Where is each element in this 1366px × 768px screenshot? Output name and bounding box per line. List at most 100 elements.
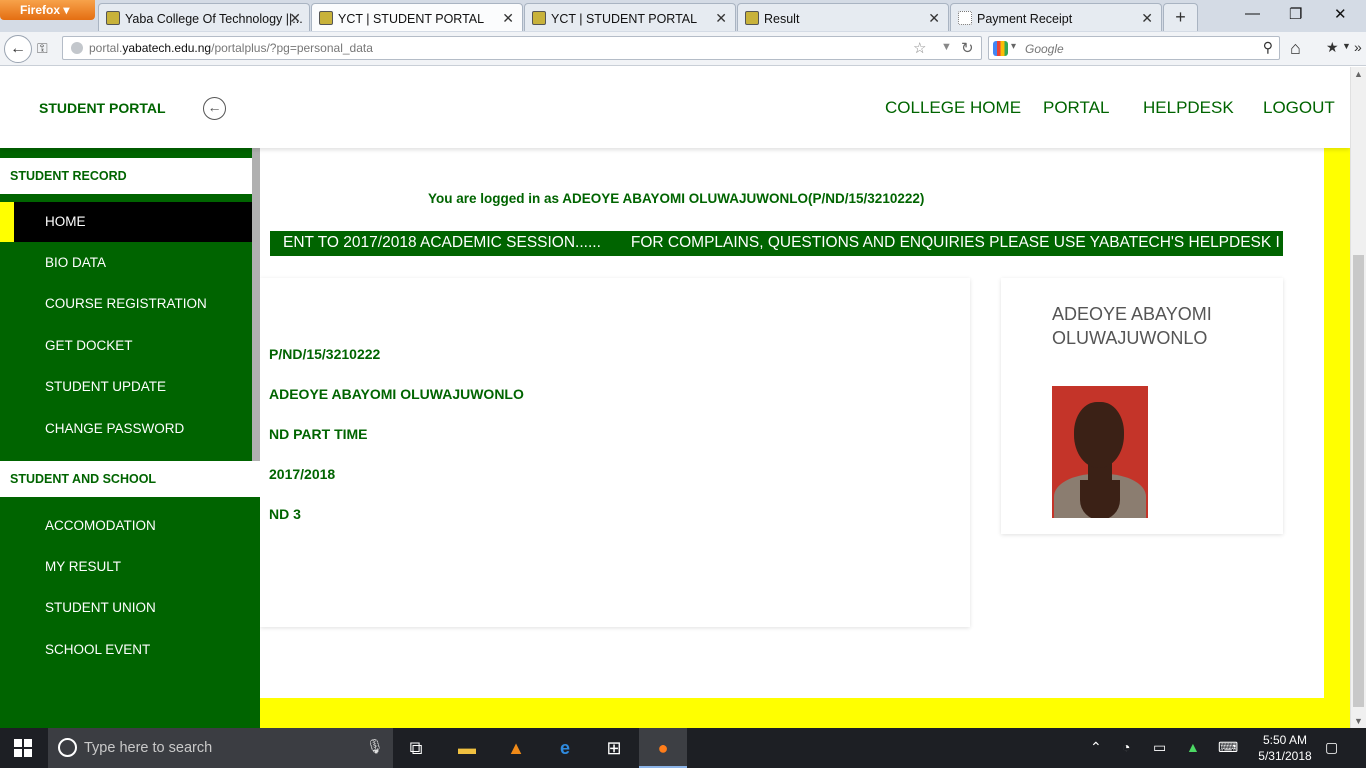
taskbar-search-box[interactable]: Type here to search 🎙 <box>48 728 393 768</box>
google-icon <box>993 41 1008 56</box>
blank-page-icon <box>958 11 972 25</box>
nav-logout[interactable]: LOGOUT <box>1263 98 1335 118</box>
show-hidden-icons-icon[interactable]: ⌃ <box>1090 739 1102 756</box>
sidebar-item-my-result[interactable]: MY RESULT <box>0 547 252 587</box>
sidebar-item-school-event[interactable]: SCHOOL EVENT <box>0 630 252 670</box>
back-circle-icon[interactable]: ← <box>203 97 226 120</box>
programme: ND PART TIME <box>269 426 368 442</box>
tab-close-icon[interactable]: ✕ <box>502 10 514 27</box>
overflow-chevron-icon[interactable]: » <box>1354 39 1362 55</box>
tab-close-icon[interactable]: ✕ <box>1141 10 1153 27</box>
tab-close-icon[interactable]: ✕ <box>715 10 727 27</box>
profile-card: ADEOYE ABAYOMI OLUWAJUWONLO <box>1001 278 1283 534</box>
tab-student-portal[interactable]: YCT | STUDENT PORTAL ✕ <box>524 3 736 31</box>
tab-student-portal-active[interactable]: YCT | STUDENT PORTAL ✕ <box>311 3 523 31</box>
page-viewport: STUDENT PORTAL ← COLLEGE HOME PORTAL HEL… <box>0 67 1350 728</box>
url-domain: yabatech.edu.ng <box>122 41 212 55</box>
search-placeholder: Google <box>1025 42 1064 56</box>
tab-title: Payment Receipt <box>977 12 1073 26</box>
cortana-icon <box>58 738 77 757</box>
search-bar[interactable]: ▾ Google ⚲ <box>988 36 1280 60</box>
profile-name: ADEOYE ABAYOMI OLUWAJUWONLO <box>1052 304 1212 348</box>
sidebar-item-change-password[interactable]: CHANGE PASSWORD <box>0 409 252 449</box>
microphone-icon[interactable]: 🎙 <box>366 738 384 755</box>
sidebar-item-student-union[interactable]: STUDENT UNION <box>0 588 252 628</box>
firefox-icon[interactable]: ● <box>639 728 687 768</box>
task-view-icon[interactable]: ⧉ <box>392 728 440 768</box>
nav-college-home[interactable]: COLLEGE HOME <box>885 98 1021 118</box>
key-icon[interactable]: ⚿ <box>37 40 48 57</box>
new-tab-button[interactable]: + <box>1163 3 1198 31</box>
firefox-menu-button[interactable]: Firefox ▾ <box>0 0 95 20</box>
sidebar-item-bio-data[interactable]: BIO DATA <box>0 243 252 283</box>
tab-close-icon[interactable]: ✕ <box>289 10 301 27</box>
tab-title: YCT | STUDENT PORTAL <box>551 12 698 26</box>
clock-time: 5:50 AM <box>1262 733 1308 747</box>
academic-session: 2017/2018 <box>269 466 336 482</box>
sidebar-item-student-update[interactable]: STUDENT UPDATE <box>0 367 252 407</box>
nav-portal[interactable]: PORTAL <box>1043 98 1109 118</box>
edge-icon[interactable]: e <box>541 728 589 768</box>
firefox-menu-label: Firefox <box>20 3 61 17</box>
home-icon[interactable]: ⌂ <box>1290 38 1301 59</box>
store-icon[interactable]: ⊞ <box>590 728 638 768</box>
student-info-card: P/ND/15/3210222 ADEOYE ABAYOMI OLUWAJUWO… <box>260 278 970 627</box>
notifications-icon[interactable]: ▢ <box>1325 739 1338 756</box>
yct-favicon-icon <box>745 11 759 25</box>
bookmark-star-icon[interactable]: ☆ <box>913 39 926 57</box>
tab-close-icon[interactable]: ✕ <box>928 10 940 27</box>
tab-title: YCT | STUDENT PORTAL <box>338 12 485 26</box>
windows-taskbar: Type here to search 🎙 ⧉ ▬ ▲ e ⊞ ● ⌃ ◔ ▭ … <box>0 728 1366 768</box>
close-window-button[interactable]: ✕ <box>1334 5 1347 23</box>
url-text: portal.yabatech.edu.ng/portalplus/?pg=pe… <box>89 41 373 55</box>
sidebar: STUDENT RECORD HOME BIO DATA COURSE REGI… <box>0 148 260 728</box>
tab-yct-home[interactable]: Yaba College Of Technology ||... ✕ <box>98 3 310 31</box>
page-scrollbar[interactable]: ▲ ▼ <box>1350 67 1366 728</box>
brand-title[interactable]: STUDENT PORTAL <box>39 100 166 116</box>
site-header: STUDENT PORTAL ← COLLEGE HOME PORTAL HEL… <box>0 67 1350 148</box>
vlc-icon[interactable]: ▲ <box>492 728 540 768</box>
browser-nav-bar: ← ⚿ portal.yabatech.edu.ng/portalplus/?p… <box>0 32 1366 66</box>
student-photo <box>1052 386 1148 518</box>
marquee-text-1: ENT TO 2017/2018 ACADEMIC SESSION...... <box>283 234 601 251</box>
sidebar-item-accomodation[interactable]: ACCOMODATION <box>0 506 252 546</box>
scroll-down-icon[interactable]: ▼ <box>1354 716 1363 726</box>
bookmarks-dropdown-icon[interactable]: ▼ <box>1342 41 1351 51</box>
url-dropdown-icon[interactable]: ▼ <box>941 41 952 53</box>
windows-start-icon[interactable] <box>14 739 32 757</box>
nav-helpdesk[interactable]: HELPDESK <box>1143 98 1234 118</box>
level: ND 3 <box>269 506 301 522</box>
tab-title: Yaba College Of Technology ||... <box>125 12 303 26</box>
taskbar-clock[interactable]: 5:50 AM 5/31/2018 <box>1250 732 1320 764</box>
sidebar-item-course-registration[interactable]: COURSE REGISTRATION <box>0 284 252 324</box>
sidebar-item-get-docket[interactable]: GET DOCKET <box>0 326 252 366</box>
minimize-button[interactable]: — <box>1245 5 1260 22</box>
url-prefix: portal. <box>89 41 123 55</box>
app-tray-icon[interactable]: ▲ <box>1186 739 1200 755</box>
tab-title: Result <box>764 12 800 26</box>
reload-icon[interactable]: ↻ <box>961 39 974 57</box>
wifi-icon[interactable]: ◔ <box>1122 739 1130 755</box>
sidebar-scroll-edge <box>252 148 260 461</box>
back-arrow-icon[interactable]: ← <box>4 35 32 63</box>
url-bar[interactable]: portal.yabatech.edu.ng/portalplus/?pg=pe… <box>62 36 982 60</box>
file-explorer-icon[interactable]: ▬ <box>443 728 491 768</box>
marquee-text-2: FOR COMPLAINS, QUESTIONS AND ENQUIRIES P… <box>630 234 1280 251</box>
sidebar-item-home[interactable]: HOME <box>0 202 252 242</box>
announcement-marquee: ENT TO 2017/2018 ACADEMIC SESSION...... F… <box>270 231 1283 256</box>
taskbar-search-placeholder: Type here to search <box>84 740 213 756</box>
bookmarks-icon[interactable]: ★ <box>1326 39 1339 56</box>
keyboard-icon[interactable]: ⌨ <box>1218 739 1238 756</box>
section-student-and-school: STUDENT AND SCHOOL <box>0 461 260 497</box>
tab-result[interactable]: Result ✕ <box>737 3 949 31</box>
maximize-button[interactable]: ❐ <box>1289 5 1302 23</box>
scroll-thumb[interactable] <box>1353 255 1364 707</box>
battery-icon[interactable]: ▭ <box>1153 739 1166 756</box>
search-engine-dropdown-icon[interactable]: ▾ <box>1011 41 1016 52</box>
student-full-name: ADEOYE ABAYOMI OLUWAJUWONLO <box>269 386 524 402</box>
scroll-up-icon[interactable]: ▲ <box>1354 69 1363 79</box>
search-icon[interactable]: ⚲ <box>1263 39 1273 56</box>
tab-payment-receipt[interactable]: Payment Receipt ✕ <box>950 3 1162 31</box>
clock-date: 5/31/2018 <box>1258 749 1312 763</box>
yct-favicon-icon <box>532 11 546 25</box>
